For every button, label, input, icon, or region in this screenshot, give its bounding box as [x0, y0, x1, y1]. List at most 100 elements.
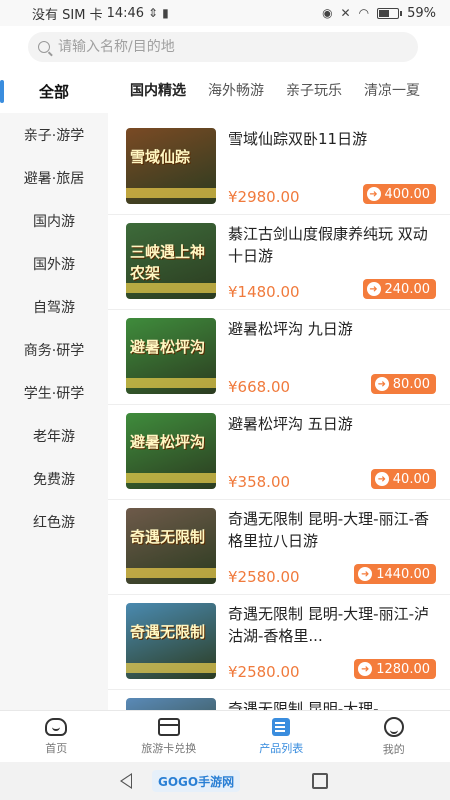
nav-item-label: 首页	[45, 741, 68, 755]
category-sidebar: 全部亲子·游学避暑·旅居国内游国外游自驾游商务·研学学生·研学老年游免费游红色游	[0, 70, 108, 710]
sidebar-item-label: 自驾游	[33, 299, 75, 316]
tab[interactable]: 清凉一夏	[364, 80, 420, 100]
nav-item[interactable]: 旅游卡兑换	[113, 711, 226, 762]
profile-icon	[383, 716, 404, 737]
product-list: 雪域仙踪 雪域仙踪双卧11日游 ¥2980.00 ➜ 400.00 三峡遇上神农架 綦江古剑…	[108, 120, 450, 710]
product-card[interactable]: 奇遇无限制 奇遇无限制 昆明-大理-丽江-香格里拉八日游 ¥2580.00 ➜ 1440…	[108, 500, 450, 595]
sidebar-item[interactable]: 老年游	[0, 414, 108, 457]
points-badge: ➜ 40.00	[370, 469, 436, 489]
thumbnail-band	[126, 283, 216, 293]
home-icon	[45, 717, 68, 736]
product-price: ¥358.00	[228, 473, 291, 491]
sidebar-item[interactable]: 商务·研学	[0, 328, 108, 371]
share-arrow-icon: ➜	[366, 282, 381, 296]
product-thumbnail: 奇遇	[126, 698, 216, 710]
product-card[interactable]: 避暑松坪沟 避暑松坪沟 五日游 ¥358.00 ➜ 40.00	[108, 405, 450, 500]
watermark-logo: GOGO手游网	[152, 770, 241, 792]
sim-icon: ▮	[162, 6, 169, 20]
nav-item[interactable]: 我的	[338, 711, 450, 762]
carrier-label: 没有 SIM 卡	[32, 7, 103, 23]
thumbnail-caption: 雪域仙踪	[130, 148, 191, 166]
product-info: 雪域仙踪双卧11日游 ¥2980.00 ➜ 400.00	[228, 128, 438, 208]
share-arrow-icon: ➜	[358, 662, 373, 676]
product-price: ¥2580.00	[228, 663, 300, 681]
product-title: 奇遇无限制 昆明-大理-丽江-泸沽湖-香格里...	[228, 605, 430, 645]
recent-apps-icon[interactable]	[312, 773, 328, 789]
thumbnail-band	[126, 568, 216, 578]
wifi-icon: ◠	[358, 6, 370, 20]
product-title: 奇遇无限制 昆明-大理-	[228, 700, 379, 710]
sidebar-item-label: 商务·研学	[23, 342, 85, 359]
tab[interactable]: 亲子玩乐	[286, 80, 342, 100]
nav-item-label: 我的	[382, 742, 405, 756]
share-arrow-icon: ➜	[366, 187, 381, 201]
product-thumbnail: 避暑松坪沟	[126, 318, 216, 394]
product-card[interactable]: 奇遇无限制 奇遇无限制 昆明-大理-丽江-泸沽湖-香格里... ¥2580.00 ➜ 1…	[108, 595, 450, 690]
sidebar-item[interactable]: 学生·研学	[0, 371, 108, 414]
search-input[interactable]	[58, 39, 378, 55]
product-title: 雪域仙踪双卧11日游	[228, 130, 368, 148]
points-value: 80.00	[392, 376, 430, 392]
product-info: 奇遇无限制 昆明-大理-	[228, 698, 438, 710]
sidebar-item-label: 避暑·旅居	[23, 170, 85, 187]
thumbnail-caption: 避暑松坪沟	[130, 433, 206, 451]
points-badge: ➜ 1440.00	[354, 564, 436, 584]
sidebar-item[interactable]: 亲子·游学	[0, 113, 108, 156]
sidebar-item[interactable]: 全部	[0, 70, 108, 113]
nav-item-label: 旅游卡兑换	[141, 741, 197, 755]
sidebar-item[interactable]: 红色游	[0, 500, 108, 543]
nav-item-label: 产品列表	[259, 741, 304, 755]
product-card[interactable]: 雪域仙踪 雪域仙踪双卧11日游 ¥2980.00 ➜ 400.00	[108, 120, 450, 215]
product-info: 奇遇无限制 昆明-大理-丽江-泸沽湖-香格里... ¥2580.00 ➜ 1280.0…	[228, 603, 438, 683]
eye-icon: ◉	[322, 6, 333, 20]
sidebar-item[interactable]: 自驾游	[0, 285, 108, 328]
sidebar-item-label: 免费游	[33, 471, 75, 488]
sidebar-item[interactable]: 国内游	[0, 199, 108, 242]
product-price: ¥668.00	[228, 378, 291, 396]
product-title: 奇遇无限制 昆明-大理-丽江-香格里拉八日游	[228, 510, 430, 550]
product-card[interactable]: 避暑松坪沟 避暑松坪沟 九日游 ¥668.00 ➜ 80.00	[108, 310, 450, 405]
product-title: 避暑松坪沟 九日游	[228, 320, 353, 338]
product-price: ¥2580.00	[228, 568, 300, 586]
points-badge: ➜ 240.00	[362, 279, 436, 299]
thumbnail-caption: 奇遇无限制	[130, 623, 206, 641]
tab[interactable]: 国内精选	[130, 80, 186, 100]
product-title: 避暑松坪沟 五日游	[228, 415, 353, 433]
bottom-nav: 首页 旅游卡兑换 产品列表 我的	[0, 710, 450, 762]
sidebar-item[interactable]: 免费游	[0, 457, 108, 500]
product-thumbnail: 避暑松坪沟	[126, 413, 216, 489]
search-bar[interactable]	[28, 32, 418, 62]
mute-icon: ✕	[340, 6, 351, 20]
product-price: ¥1480.00	[228, 283, 300, 301]
sidebar-item[interactable]: 国外游	[0, 242, 108, 285]
usb-icon: ⇕	[148, 6, 159, 20]
sidebar-item-label: 国内游	[33, 213, 75, 230]
card-icon	[157, 717, 180, 736]
product-thumbnail: 奇遇无限制	[126, 603, 216, 679]
share-arrow-icon: ➜	[358, 567, 373, 581]
sidebar-item[interactable]: 避暑·旅居	[0, 156, 108, 199]
nav-item[interactable]: 首页	[0, 711, 113, 762]
product-info: 綦江古剑山度假康养纯玩 双动十日游 ¥1480.00 ➜ 240.00	[228, 223, 438, 303]
points-badge: ➜ 1280.00	[354, 659, 436, 679]
product-thumbnail: 奇遇无限制	[126, 508, 216, 584]
nav-item[interactable]: 产品列表	[225, 711, 338, 762]
sidebar-item-label: 国外游	[33, 256, 75, 273]
share-arrow-icon: ➜	[374, 472, 389, 486]
product-title: 綦江古剑山度假康养纯玩 双动十日游	[228, 225, 428, 265]
sidebar-item-label: 老年游	[33, 428, 75, 445]
points-value: 1280.00	[376, 661, 430, 677]
points-value: 1440.00	[376, 566, 430, 582]
product-thumbnail: 雪域仙踪	[126, 128, 216, 204]
thumbnail-band	[126, 378, 216, 388]
points-badge: ➜ 400.00	[362, 184, 436, 204]
back-icon[interactable]	[120, 773, 132, 789]
thumbnail-caption: 奇遇无限制	[130, 528, 206, 546]
product-card[interactable]: 奇遇 奇遇无限制 昆明-大理-	[108, 690, 450, 710]
points-value: 240.00	[384, 281, 431, 297]
product-card[interactable]: 三峡遇上神农架 綦江古剑山度假康养纯玩 双动十日游 ¥1480.00 ➜ 240.00	[108, 215, 450, 310]
tab[interactable]: 海外畅游	[208, 80, 264, 100]
share-arrow-icon: ➜	[374, 377, 389, 391]
points-value: 40.00	[392, 471, 430, 487]
sidebar-item-label: 亲子·游学	[23, 127, 85, 144]
